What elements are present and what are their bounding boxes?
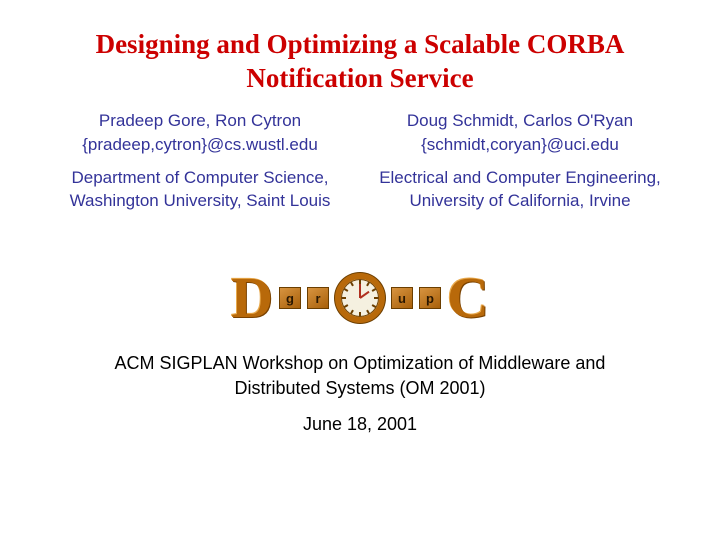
logo-letter-c: C xyxy=(447,269,489,327)
author-right-dept: Electrical and Computer Engineering, Uni… xyxy=(375,167,665,213)
author-right-names: Doug Schmidt, Carlos O'Ryan xyxy=(375,110,665,133)
logo-box-u: u xyxy=(391,287,413,309)
author-right: Doug Schmidt, Carlos O'Ryan {schmidt,cor… xyxy=(375,110,665,214)
doc-group-logo: D g r u p C xyxy=(0,269,720,327)
author-left-email: {pradeep,cytron}@cs.wustl.edu xyxy=(55,134,345,157)
logo-box-r: r xyxy=(307,287,329,309)
author-right-email: {schmidt,coryan}@uci.edu xyxy=(375,134,665,157)
author-left-names: Pradeep Gore, Ron Cytron xyxy=(55,110,345,133)
logo-box-p: p xyxy=(419,287,441,309)
slide-title: Designing and Optimizing a Scalable CORB… xyxy=(0,0,720,110)
authors-row: Pradeep Gore, Ron Cytron {pradeep,cytron… xyxy=(0,110,720,214)
author-left-dept: Department of Computer Science, Washingt… xyxy=(55,167,345,213)
author-left: Pradeep Gore, Ron Cytron {pradeep,cytron… xyxy=(55,110,345,214)
logo-letter-d: D xyxy=(231,269,273,327)
footer-venue: ACM SIGPLAN Workshop on Optimization of … xyxy=(0,351,720,400)
clock-icon xyxy=(335,273,385,323)
footer-date: June 18, 2001 xyxy=(0,412,720,436)
logo-box-g: g xyxy=(279,287,301,309)
